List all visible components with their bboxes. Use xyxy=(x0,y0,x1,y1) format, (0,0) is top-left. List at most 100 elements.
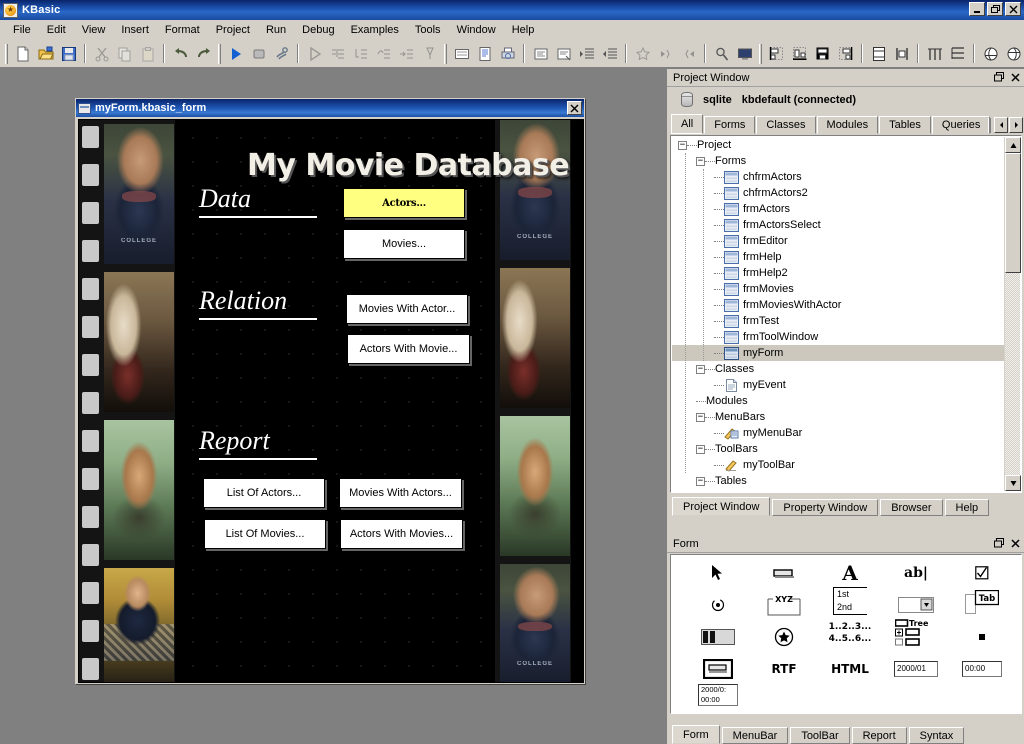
expander-minus-icon[interactable]: − xyxy=(696,157,705,166)
menu-item-run[interactable]: Run xyxy=(258,22,294,38)
scroll-right-icon[interactable] xyxy=(1009,117,1023,133)
pointer-tool[interactable] xyxy=(685,557,751,589)
tree-node-myform[interactable]: myForm xyxy=(672,345,1004,361)
expander-minus-icon[interactable]: − xyxy=(696,477,705,486)
align-left-icon[interactable] xyxy=(765,43,788,65)
minimize-button[interactable] xyxy=(969,2,985,16)
run-to-cursor-icon[interactable] xyxy=(395,43,418,65)
save-disk-icon[interactable] xyxy=(57,43,80,65)
tree-node-mytoolbar[interactable]: myToolBar xyxy=(672,457,1004,473)
tab-tables[interactable]: Tables xyxy=(879,116,931,134)
tree-node-frmhelp[interactable]: frmHelp xyxy=(672,249,1004,265)
tree-node-frmmovieswithactor[interactable]: frmMoviesWithActor xyxy=(672,297,1004,313)
tab-browser[interactable]: Browser xyxy=(880,499,942,516)
next-bookmark-icon[interactable] xyxy=(654,43,677,65)
tree-node-frmactorsselect[interactable]: frmActorsSelect xyxy=(672,217,1004,233)
datetime-tool[interactable]: 2000/0: 00:00 xyxy=(685,683,751,707)
grid-tool[interactable]: 1..2..3... 4..5..6... xyxy=(817,617,883,649)
close-icon[interactable] xyxy=(1010,537,1021,549)
tree-node-chfrmactors[interactable]: chfrmActors xyxy=(672,169,1004,185)
menu-item-file[interactable]: File xyxy=(5,22,39,38)
undo-arrow-icon[interactable] xyxy=(169,43,192,65)
button-tool[interactable] xyxy=(751,557,817,589)
listbox-tool[interactable]: 1st 2nd xyxy=(817,585,883,617)
redo-arrow-icon[interactable] xyxy=(192,43,215,65)
groupbox-tool[interactable]: XYZ xyxy=(751,589,817,621)
stop-icon[interactable] xyxy=(247,43,270,65)
tree-node-actor[interactable]: actor xyxy=(672,489,1004,491)
datepicker-tool[interactable]: 2000/01 xyxy=(883,653,949,685)
indent-icon[interactable] xyxy=(575,43,598,65)
code-view-icon[interactable] xyxy=(473,43,496,65)
list-of-actors-button[interactable]: List Of Actors... xyxy=(203,478,325,508)
toolbar-grip[interactable] xyxy=(5,44,8,64)
menu-item-window[interactable]: Window xyxy=(449,22,504,38)
expander-minus-icon[interactable]: − xyxy=(678,141,687,150)
toolbar-grip[interactable] xyxy=(218,44,221,64)
step-out-icon[interactable] xyxy=(349,43,372,65)
tab-all[interactable]: All xyxy=(671,114,703,134)
close-button[interactable] xyxy=(1005,2,1021,16)
close-icon[interactable] xyxy=(1010,71,1021,83)
step-over-icon[interactable] xyxy=(372,43,395,65)
scroll-thumb[interactable] xyxy=(1005,153,1021,273)
frame-tool[interactable] xyxy=(685,653,751,685)
toolbar-grip[interactable] xyxy=(759,44,762,64)
tree-vertical-scrollbar[interactable] xyxy=(1004,137,1020,491)
tree-node-forms[interactable]: − Forms xyxy=(672,153,1004,169)
tree-node-tables[interactable]: − Tables xyxy=(672,473,1004,489)
textbox-tool[interactable]: ab| xyxy=(883,557,949,589)
menu-item-debug[interactable]: Debug xyxy=(294,22,342,38)
form-view-icon[interactable] xyxy=(450,43,473,65)
tab-report[interactable]: Report xyxy=(852,727,907,744)
copy-icon[interactable] xyxy=(113,43,136,65)
bring-front-icon[interactable] xyxy=(979,43,1002,65)
actors-button[interactable]: Actors... xyxy=(343,188,465,218)
find-icon[interactable] xyxy=(710,43,733,65)
paste-clipboard-icon[interactable] xyxy=(136,43,159,65)
menu-item-format[interactable]: Format xyxy=(157,22,208,38)
actors-with-movie-button[interactable]: Actors With Movie... xyxy=(347,334,470,364)
toolbar-grip[interactable] xyxy=(444,44,447,64)
expander-minus-icon[interactable]: − xyxy=(696,365,705,374)
movies-with-actors-button[interactable]: Movies With Actors... xyxy=(339,478,462,508)
tree-node-toolbars[interactable]: − ToolBars xyxy=(672,441,1004,457)
timepicker-tool[interactable]: 00:00 xyxy=(949,653,1015,685)
restore-button[interactable] xyxy=(987,2,1003,16)
scroll-up-button[interactable] xyxy=(1005,137,1021,153)
tab-form[interactable]: Form xyxy=(672,725,720,744)
form-close-button[interactable] xyxy=(567,101,582,115)
menu-item-insert[interactable]: Insert xyxy=(113,22,157,38)
menu-item-tools[interactable]: Tools xyxy=(407,22,449,38)
prev-bookmark-icon[interactable] xyxy=(677,43,700,65)
step-into-icon[interactable] xyxy=(326,43,349,65)
open-folder-icon[interactable] xyxy=(34,43,57,65)
send-back-icon[interactable] xyxy=(1002,43,1024,65)
menu-item-examples[interactable]: Examples xyxy=(343,22,407,38)
tree-node-mymenubar[interactable]: myMenuBar xyxy=(672,425,1004,441)
treeview-tool[interactable]: Tree xyxy=(883,617,949,649)
menu-item-view[interactable]: View xyxy=(74,22,114,38)
same-width-icon[interactable] xyxy=(867,43,890,65)
actors-with-movies-button[interactable]: Actors With Movies... xyxy=(340,519,463,549)
menu-item-project[interactable]: Project xyxy=(208,22,258,38)
align-bottom-icon[interactable] xyxy=(788,43,811,65)
cut-scissors-icon[interactable] xyxy=(90,43,113,65)
same-height-icon[interactable] xyxy=(890,43,913,65)
tab-modules[interactable]: Modules xyxy=(817,116,879,134)
tree-node-frmhelp2[interactable]: frmHelp2 xyxy=(672,265,1004,281)
tree-node-modules[interactable]: Modules xyxy=(672,393,1004,409)
expander-minus-icon[interactable]: − xyxy=(696,413,705,422)
tab-syntax[interactable]: Syntax xyxy=(909,727,965,744)
uncomment-block-icon[interactable] xyxy=(552,43,575,65)
tab-help[interactable]: Help xyxy=(945,499,990,516)
align-right-icon[interactable] xyxy=(834,43,857,65)
tab-menubar[interactable]: MenuBar xyxy=(722,727,789,744)
expander-minus-icon[interactable]: − xyxy=(696,445,705,454)
tab-queries[interactable]: Queries xyxy=(932,116,991,134)
bookmark-star-icon[interactable] xyxy=(631,43,654,65)
comment-block-icon[interactable] xyxy=(529,43,552,65)
toggle-breakpoint-icon[interactable] xyxy=(418,43,441,65)
align-center-icon[interactable] xyxy=(811,43,834,65)
tab-project-window[interactable]: Project Window xyxy=(672,497,770,516)
